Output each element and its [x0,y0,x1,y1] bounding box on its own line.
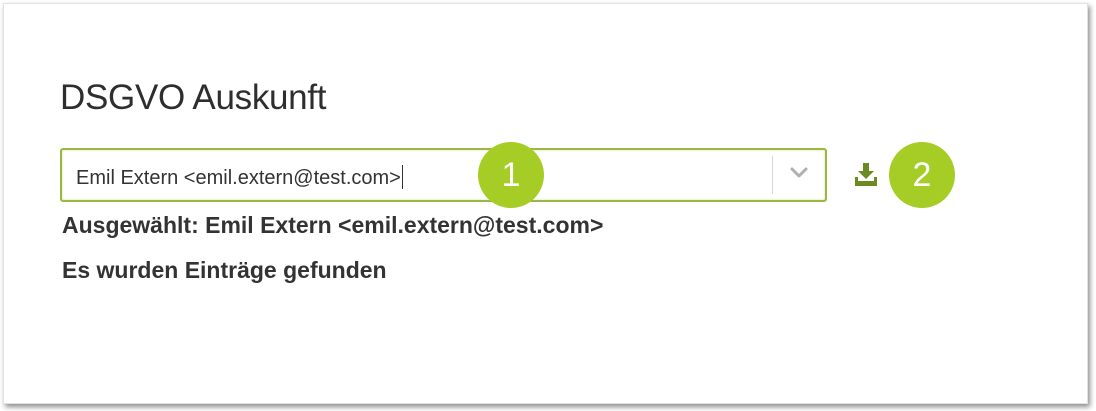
page-title: DSGVO Auskunft [60,78,327,117]
text-cursor [401,165,403,189]
download-icon [852,163,880,193]
chevron-down-icon [789,166,809,185]
download-button[interactable] [852,161,880,189]
select-toggle-button[interactable] [773,150,825,200]
user-select[interactable]: Emil Extern <emil.extern@test.com> [60,148,827,202]
selected-info-text: Ausgewählt: Emil Extern <emil.extern@tes… [62,212,604,238]
user-select-value: Emil Extern <emil.extern@test.com> [76,167,401,189]
callout-badge-2: 2 [889,142,955,208]
user-select-input[interactable]: Emil Extern <emil.extern@test.com> [76,165,403,190]
dialog-panel: DSGVO Auskunft Emil Extern <emil.extern@… [3,3,1088,404]
callout-badge-1: 1 [478,142,544,208]
found-info-text: Es wurden Einträge gefunden [62,257,387,283]
